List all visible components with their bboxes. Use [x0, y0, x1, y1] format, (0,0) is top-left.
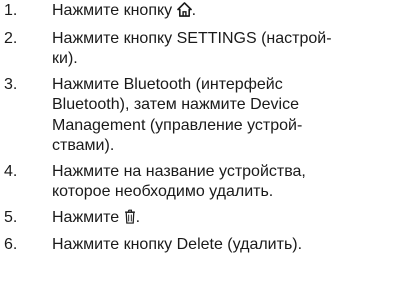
step-2: 2. Нажмите кнопку SETTINGS (настрой- ки)…: [0, 29, 404, 70]
trash-icon: [124, 209, 136, 231]
step-number: 2.: [4, 29, 18, 47]
instruction-steps: 1. Нажмите кнопку . 2. Нажмите кнопку SE…: [0, 0, 404, 256]
step-number: 3.: [4, 75, 18, 93]
step-text: Нажмите Bluetooth (интерфейс Bluetooth),…: [52, 75, 303, 155]
step-number: 5.: [4, 208, 18, 226]
step-1: 1. Нажмите кнопку .: [0, 1, 404, 24]
step-number: 6.: [4, 236, 18, 253]
step-text: Нажмите кнопку .: [52, 1, 392, 24]
step-text: Нажмите на название устройства, которое …: [52, 162, 306, 201]
step-3: 3. Нажмите Bluetooth (интерфейс Bluetoot…: [0, 75, 404, 157]
step-text: Нажмите .: [52, 208, 392, 231]
step-text: Нажмите кнопку SETTINGS (настрой- ки).: [52, 29, 332, 68]
step-text: Нажмите кнопку Delete (удалить).: [52, 236, 303, 253]
step-number: 4.: [4, 162, 18, 180]
step-6: 6. Нажмите кнопку Delete (удалить).: [0, 235, 404, 256]
step-number: 1.: [4, 2, 18, 19]
step-4: 4. Нажмите на название устройства, котор…: [0, 162, 404, 203]
home-icon: [176, 2, 192, 24]
step-5: 5. Нажмите .: [0, 208, 404, 231]
